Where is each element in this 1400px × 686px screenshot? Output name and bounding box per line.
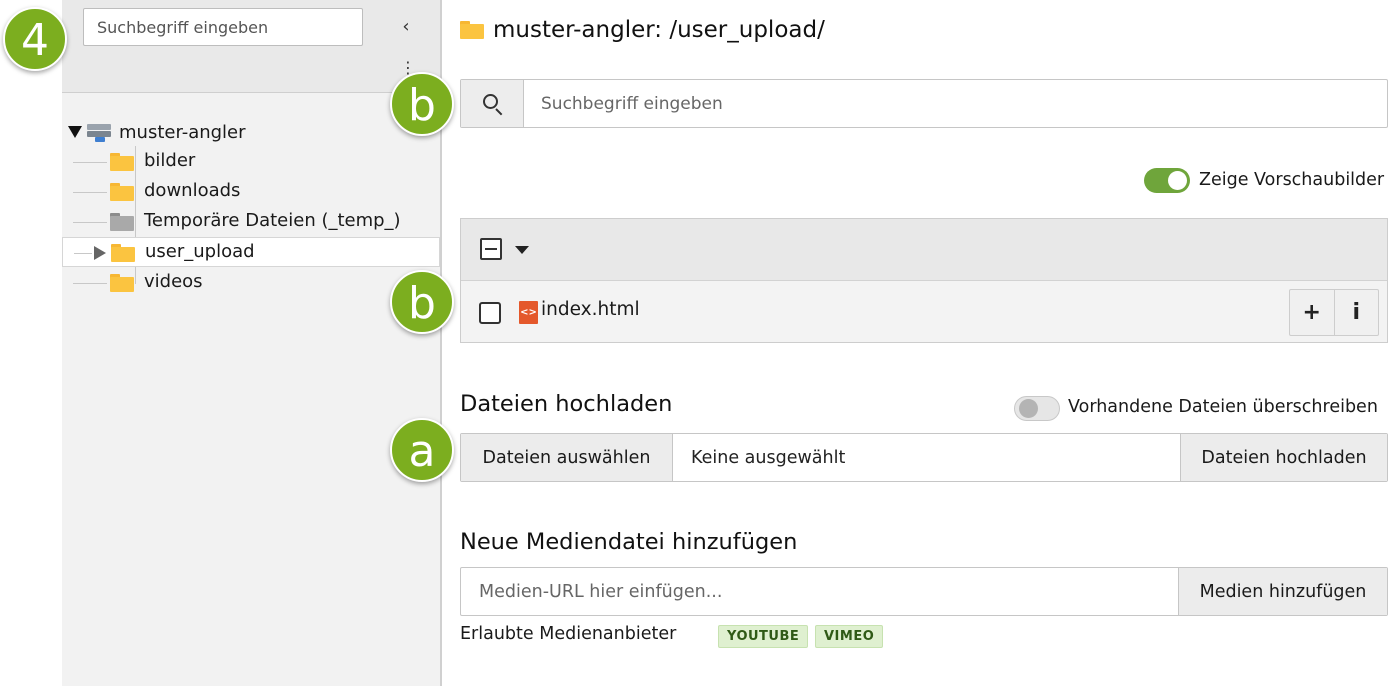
marker-b-search: b xyxy=(390,72,454,136)
add-media-button[interactable]: Medien hinzufügen xyxy=(1178,568,1387,615)
add-button[interactable]: + xyxy=(1290,290,1335,335)
search-icon xyxy=(483,94,498,109)
thumbnails-toggle-label: Zeige Vorschaubilder xyxy=(1199,170,1385,190)
left-gutter xyxy=(0,0,62,686)
provider-badge-youtube: YOUTUBE xyxy=(718,625,809,648)
tree-item-videos[interactable]: videos xyxy=(62,268,440,298)
thumbnails-toggle[interactable] xyxy=(1144,168,1190,193)
file-name-link[interactable]: index.html xyxy=(541,299,640,320)
provider-badge-vimeo: VIMEO xyxy=(815,625,884,648)
page-title: muster-angler: /user_upload/ xyxy=(460,14,825,46)
file-row-checkbox[interactable] xyxy=(479,302,501,324)
allowed-providers-label: Erlaubte Medienanbieter xyxy=(460,624,677,644)
upload-files-button[interactable]: Dateien hochladen xyxy=(1180,434,1387,481)
file-row-actions: + i xyxy=(1289,289,1379,336)
step-number-badge: 4 xyxy=(3,7,67,71)
tree-item-user-upload[interactable]: user_upload xyxy=(62,237,440,267)
page-title-text: muster-angler: /user_upload/ xyxy=(493,17,825,43)
marker-b-file-row: b xyxy=(390,270,454,334)
folder-icon xyxy=(460,21,484,39)
file-search xyxy=(460,79,1388,128)
select-all-checkbox[interactable] xyxy=(480,238,502,260)
sidebar-header: Suchbegriff eingeben ‹ ⋮ xyxy=(62,0,440,93)
tree-item-label: user_upload xyxy=(145,241,255,262)
overwrite-toggle-label: Vorhandene Dateien überschreiben xyxy=(1068,397,1378,417)
upload-form: Dateien auswählen Keine ausgewählt Datei… xyxy=(460,433,1388,482)
chevron-left-icon[interactable]: ‹ xyxy=(395,14,417,40)
folder-icon xyxy=(110,183,134,201)
media-url-input[interactable] xyxy=(461,568,1178,615)
media-section-title: Neue Mediendatei hinzufügen xyxy=(460,529,798,555)
file-list-header xyxy=(461,219,1387,281)
folder-gray-icon xyxy=(110,213,134,231)
html-file-icon: <> xyxy=(519,301,538,324)
file-list: <> index.html + i xyxy=(460,218,1388,343)
storage-server-icon xyxy=(87,122,111,142)
tree-item-temp[interactable]: Temporäre Dateien (_temp_) xyxy=(62,207,440,237)
tree-item-label: bilder xyxy=(144,150,196,171)
tree-item-bilder[interactable]: bilder xyxy=(62,147,440,177)
sidebar-search-input[interactable]: Suchbegriff eingeben xyxy=(83,8,363,46)
file-list-module: Suchbegriff eingeben ‹ ⋮ muster-angler b… xyxy=(0,0,1400,686)
expand-triangle-icon[interactable] xyxy=(68,126,82,138)
folder-icon xyxy=(110,153,134,171)
search-button[interactable] xyxy=(461,80,524,127)
folder-tree-sidebar: Suchbegriff eingeben ‹ ⋮ muster-angler b… xyxy=(62,0,440,686)
tree-root-label: muster-angler xyxy=(119,121,246,143)
marker-a-upload: a xyxy=(390,418,454,482)
tree-item-downloads[interactable]: downloads xyxy=(62,177,440,207)
upload-section-title: Dateien hochladen xyxy=(460,391,673,417)
overwrite-toggle[interactable] xyxy=(1014,396,1060,421)
no-file-selected-text: Keine ausgewählt xyxy=(691,447,846,468)
expand-right-icon[interactable] xyxy=(94,246,106,260)
tree-root-muster-angler[interactable]: muster-angler xyxy=(68,119,246,145)
info-button[interactable]: i xyxy=(1335,290,1379,335)
media-url-form: Medien hinzufügen xyxy=(460,567,1388,616)
choose-files-button[interactable]: Dateien auswählen xyxy=(461,434,673,481)
search-input[interactable] xyxy=(524,80,1387,127)
tree-item-label: Temporäre Dateien (_temp_) xyxy=(144,210,401,231)
folder-icon xyxy=(110,274,134,292)
caret-down-icon[interactable] xyxy=(515,246,529,254)
tree-item-label: downloads xyxy=(144,180,241,201)
folder-icon xyxy=(111,244,135,262)
tree-item-label: videos xyxy=(144,271,203,292)
